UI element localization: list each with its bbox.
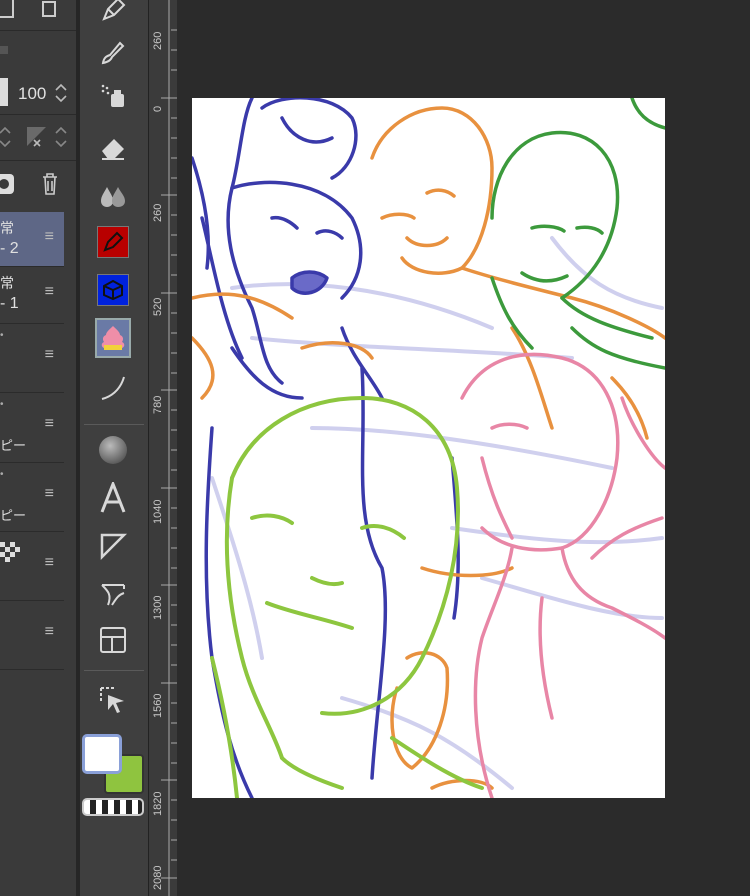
panel-divider xyxy=(0,30,76,31)
layer-blend-mode: 常 xyxy=(0,275,14,291)
frame-icon[interactable] xyxy=(95,622,131,658)
ruler-tick-label: 780 xyxy=(152,395,164,414)
blend-icon[interactable] xyxy=(95,178,131,214)
layer-menu-icon[interactable]: ≡ xyxy=(45,623,54,641)
reference-stepper-icon[interactable] xyxy=(54,124,68,150)
delete-layer-icon[interactable] xyxy=(40,0,58,18)
fill-icon[interactable] xyxy=(95,224,131,260)
panel-divider xyxy=(0,114,76,115)
shape-icon[interactable] xyxy=(95,528,131,564)
gradient-icon[interactable] xyxy=(95,432,131,468)
orange-sketch xyxy=(192,106,665,790)
green-sketch xyxy=(490,98,665,370)
layer-menu-icon[interactable]: ≡ xyxy=(45,283,54,301)
ruler-tick-label: 260 xyxy=(152,31,164,50)
vertical-ruler: 260 0 260 520 780 1040 1300 1560 1820 20… xyxy=(148,0,178,896)
layer-name: - 1 xyxy=(0,295,19,312)
layer-menu-icon[interactable]: ≡ xyxy=(45,554,54,572)
ruler-tick-label: 0 xyxy=(152,105,164,112)
layer-name: ピー xyxy=(0,508,27,523)
layer-row[interactable]: 常 - 1 ≡ xyxy=(0,267,64,324)
layer-mask-icon[interactable] xyxy=(0,172,16,196)
pen-icon[interactable] xyxy=(95,0,131,28)
blue-sketch xyxy=(192,98,460,798)
drawing-canvas[interactable] xyxy=(192,98,665,798)
layer-row[interactable]: • ≡ xyxy=(0,324,64,393)
layer-row[interactable]: 常 - 2 ≡ xyxy=(0,212,64,267)
ruler-icon[interactable] xyxy=(95,576,131,612)
layer-name: - 2 xyxy=(0,240,19,257)
layer-checker-thumbnail xyxy=(0,542,20,562)
layer-panel: 100 常 - 2 ≡ 常 - 1 ≡ • ≡ • ピー ≡ • ピー ≡ ≡ … xyxy=(0,0,76,896)
blend-stepper-icon[interactable] xyxy=(0,124,12,150)
ruler-tick-label: 1040 xyxy=(152,499,164,524)
pink-sketch xyxy=(460,352,665,798)
ruler-tick-label: 1300 xyxy=(152,595,164,620)
select-layer-icon[interactable] xyxy=(95,682,131,718)
opacity-stepper-icon[interactable] xyxy=(54,82,68,104)
layer-visibility-icon[interactable]: • xyxy=(0,399,4,410)
tool-separator xyxy=(84,424,144,425)
curve-icon[interactable] xyxy=(95,370,131,406)
layer-blend-mode: 常 xyxy=(0,220,14,236)
decoration-icon[interactable] xyxy=(95,318,131,358)
transparent-color-swatch[interactable] xyxy=(82,798,144,816)
ruler-tick-label: 1560 xyxy=(152,693,164,718)
delete-icon[interactable] xyxy=(40,172,60,196)
opacity-slider-handle[interactable] xyxy=(0,78,8,106)
layer-row[interactable]: • ピー ≡ xyxy=(0,463,64,532)
main-color-swatch[interactable] xyxy=(82,734,122,774)
brush-icon[interactable] xyxy=(95,34,131,70)
layer-menu-icon[interactable]: ≡ xyxy=(45,346,54,364)
clipping-icon[interactable] xyxy=(24,124,52,150)
layer-menu-icon[interactable]: ≡ xyxy=(45,485,54,503)
eraser-icon[interactable] xyxy=(95,130,131,166)
tool-separator xyxy=(84,670,144,671)
ruler-tick-label: 1820 xyxy=(152,791,164,816)
new-layer-icon[interactable] xyxy=(0,0,14,18)
ruler-tick-label: 2080 xyxy=(152,865,164,890)
layer-menu-icon[interactable]: ≡ xyxy=(45,228,54,246)
layer-row[interactable]: ≡ xyxy=(0,601,64,670)
airbrush-icon[interactable] xyxy=(95,78,131,114)
ruler-tick-label: 260 xyxy=(152,203,164,222)
opacity-value[interactable]: 100 xyxy=(18,84,46,104)
layer-visibility-icon[interactable]: • xyxy=(0,469,4,480)
panel-divider xyxy=(0,160,76,161)
layer-row[interactable]: • ピー ≡ xyxy=(0,393,64,463)
ruler-tick-label: 520 xyxy=(152,297,164,316)
layer-name: ピー xyxy=(0,438,27,453)
figure-fill-icon[interactable] xyxy=(95,272,131,308)
layer-panel-tab[interactable] xyxy=(0,46,8,54)
layer-visibility-icon[interactable]: • xyxy=(0,330,4,341)
text-icon[interactable] xyxy=(95,480,131,516)
layer-row[interactable]: ≡ xyxy=(0,532,64,601)
layer-menu-icon[interactable]: ≡ xyxy=(45,415,54,433)
